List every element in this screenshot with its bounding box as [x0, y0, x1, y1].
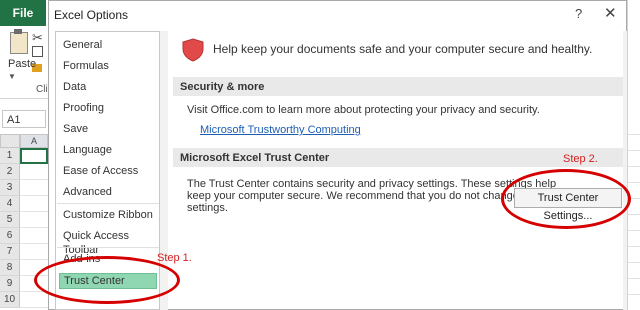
nav-item-save[interactable]: Save [63, 122, 161, 136]
trust-center-description-line-3: settings. [187, 202, 228, 214]
row-header[interactable]: 7 [0, 244, 20, 260]
name-box[interactable]: A1 [2, 110, 46, 128]
file-tab[interactable]: File [0, 0, 46, 26]
copy-icon[interactable] [32, 46, 43, 57]
cell[interactable] [20, 228, 48, 244]
chevron-down-icon[interactable]: ▼ [8, 72, 16, 81]
row-header[interactable]: 8 [0, 260, 20, 276]
annotation-step-1: Step 1. [157, 252, 192, 264]
row-header[interactable]: 6 [0, 228, 20, 244]
row-header[interactable]: 2 [0, 164, 20, 180]
cell[interactable] [20, 180, 48, 196]
dialog-title: Excel Options [54, 8, 129, 22]
table-row[interactable]: 3 [0, 180, 48, 196]
cut-icon[interactable]: ✂ [32, 30, 43, 46]
nav-item-customize-ribbon[interactable]: Customize Ribbon [63, 208, 161, 222]
annotation-step-2: Step 2. [563, 153, 598, 165]
row-header[interactable]: 10 [0, 292, 20, 308]
table-row[interactable]: 2 [0, 164, 48, 180]
row-header[interactable]: 5 [0, 212, 20, 228]
table-row[interactable]: 7 [0, 244, 48, 260]
nav-item-language[interactable]: Language [63, 143, 161, 157]
content-scrollbar[interactable] [623, 31, 627, 310]
column-header-a[interactable]: A [20, 134, 48, 148]
banner-text: Help keep your documents safe and your c… [213, 42, 593, 56]
table-row[interactable]: 6 [0, 228, 48, 244]
clipboard-group-label: Cli [36, 84, 48, 95]
cell[interactable] [20, 244, 48, 260]
section-title-security: Security & more [180, 81, 265, 93]
section-title-trust-center: Microsoft Excel Trust Center [180, 152, 330, 164]
selected-cell[interactable] [20, 148, 48, 164]
paste-icon[interactable] [10, 29, 28, 54]
row-header[interactable]: 4 [0, 196, 20, 212]
cell[interactable] [20, 292, 48, 308]
paste-label[interactable]: Paste [8, 58, 36, 70]
select-all-corner[interactable] [0, 134, 20, 148]
table-row[interactable]: 1 [0, 148, 48, 164]
shield-icon [182, 38, 204, 62]
nav-item-proofing[interactable]: Proofing [63, 101, 161, 115]
nav-divider [57, 203, 159, 204]
row-header[interactable]: 9 [0, 276, 20, 292]
nav-divider [57, 247, 159, 248]
security-description: Visit Office.com to learn more about pro… [187, 104, 540, 116]
nav-item-data[interactable]: Data [63, 80, 161, 94]
worksheet-right-edge [627, 0, 640, 310]
help-button[interactable]: ? [575, 6, 582, 21]
nav-item-general[interactable]: General [63, 38, 161, 52]
row-header[interactable]: 1 [0, 148, 20, 164]
table-row[interactable]: 10 [0, 292, 48, 308]
cell[interactable] [20, 212, 48, 228]
nav-item-advanced[interactable]: Advanced [63, 185, 161, 199]
annotation-oval-step-1 [34, 256, 180, 304]
nav-item-formulas[interactable]: Formulas [63, 59, 161, 73]
table-row[interactable]: 4 [0, 196, 48, 212]
table-row[interactable]: 5 [0, 212, 48, 228]
trust-center-description-line-2: keep your computer secure. We recommend … [187, 190, 549, 202]
cell[interactable] [20, 196, 48, 212]
close-button[interactable]: ✕ [604, 4, 617, 22]
annotation-oval-step-2 [501, 169, 631, 229]
cell[interactable] [20, 164, 48, 180]
nav-item-ease-of-access[interactable]: Ease of Access [63, 164, 161, 178]
row-header[interactable]: 3 [0, 180, 20, 196]
trustworthy-computing-link[interactable]: Microsoft Trustworthy Computing [200, 124, 361, 136]
